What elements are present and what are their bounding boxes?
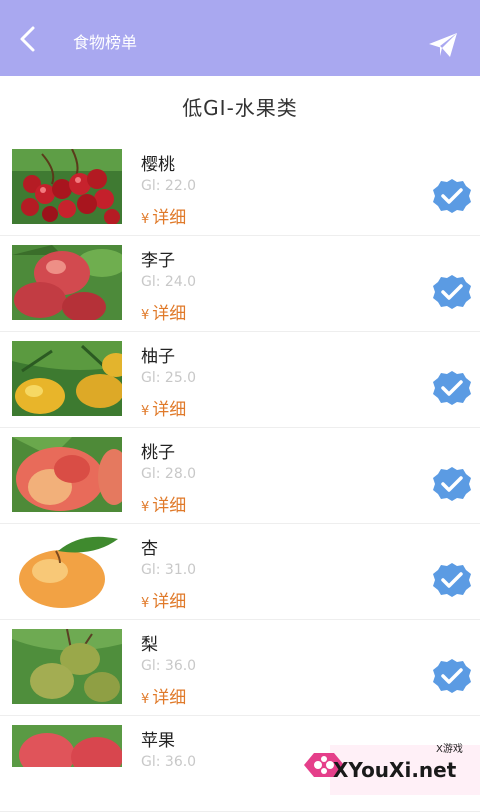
food-item-plum[interactable]: 李子 Gl: 24.0 ¥ 详细 — [0, 236, 480, 332]
detail-link[interactable]: ¥ 详细 — [141, 683, 186, 708]
food-item-pear[interactable]: 梨 Gl: 36.0 ¥ 详细 — [0, 620, 480, 716]
yen-icon: ¥ — [141, 404, 150, 419]
verified-check-icon[interactable] — [432, 370, 472, 406]
food-name: 梨 — [141, 635, 158, 655]
detail-label: 详细 — [152, 688, 187, 708]
watermark-top-text: X游戏 — [436, 744, 463, 755]
yen-icon: ¥ — [141, 596, 150, 611]
food-name: 樱桃 — [141, 155, 175, 175]
gi-value: Gl: 36.0 — [141, 754, 197, 770]
food-name: 柚子 — [141, 347, 175, 367]
yen-icon: ¥ — [141, 308, 150, 323]
verified-check-icon[interactable] — [432, 466, 472, 502]
food-list: 樱桃 Gl: 22.0 ¥ 详细 李子 Gl: 24.0 ¥ 详细 柚子 Gl:… — [0, 140, 480, 812]
watermark-text: XYouXi.net — [333, 758, 457, 782]
page-title: 食物榜单 — [73, 33, 138, 52]
food-name: 苹果 — [141, 731, 175, 751]
detail-link[interactable]: ¥ 详细 — [141, 587, 186, 612]
yen-icon: ¥ — [141, 692, 150, 707]
peach-image — [12, 437, 122, 512]
yen-icon: ¥ — [141, 212, 150, 227]
gi-value: Gl: 25.0 — [141, 370, 197, 386]
yen-icon: ¥ — [141, 500, 150, 515]
detail-link[interactable]: ¥ 详细 — [141, 299, 186, 324]
food-name: 桃子 — [141, 443, 175, 463]
detail-label: 详细 — [152, 208, 187, 228]
verified-check-icon[interactable] — [432, 274, 472, 310]
verified-check-icon[interactable] — [432, 658, 472, 694]
cherry-image — [12, 149, 122, 224]
gi-value: Gl: 24.0 — [141, 274, 197, 290]
back-arrow-icon[interactable] — [14, 24, 44, 54]
app-header: 食物榜单 — [0, 0, 480, 76]
food-item-peach[interactable]: 桃子 Gl: 28.0 ¥ 详细 — [0, 428, 480, 524]
pear-image — [12, 629, 122, 704]
detail-link[interactable]: ¥ 详细 — [141, 491, 186, 516]
food-item-cherry[interactable]: 樱桃 Gl: 22.0 ¥ 详细 — [0, 140, 480, 236]
send-icon[interactable] — [428, 32, 458, 58]
apple-image — [12, 725, 122, 767]
food-name: 李子 — [141, 251, 175, 271]
gi-value: Gl: 28.0 — [141, 466, 197, 482]
detail-label: 详细 — [152, 592, 187, 612]
category-title: 低GI-水果类 — [182, 96, 298, 120]
gi-value: Gl: 31.0 — [141, 562, 197, 578]
gi-value: Gl: 36.0 — [141, 658, 197, 674]
verified-check-icon[interactable] — [432, 562, 472, 598]
food-item-pomelo[interactable]: 柚子 Gl: 25.0 ¥ 详细 — [0, 332, 480, 428]
plum-image — [12, 245, 122, 320]
detail-link[interactable]: ¥ 详细 — [141, 395, 186, 420]
food-item-apricot[interactable]: 杏 Gl: 31.0 ¥ 详细 — [0, 524, 480, 620]
food-name: 杏 — [141, 539, 158, 559]
gi-value: Gl: 22.0 — [141, 178, 197, 194]
apricot-image — [12, 533, 122, 608]
pomelo-image — [12, 341, 122, 416]
detail-label: 详细 — [152, 496, 187, 516]
detail-link[interactable]: ¥ 详细 — [141, 203, 186, 228]
detail-label: 详细 — [152, 304, 187, 324]
verified-check-icon[interactable] — [432, 178, 472, 214]
detail-label: 详细 — [152, 400, 187, 420]
